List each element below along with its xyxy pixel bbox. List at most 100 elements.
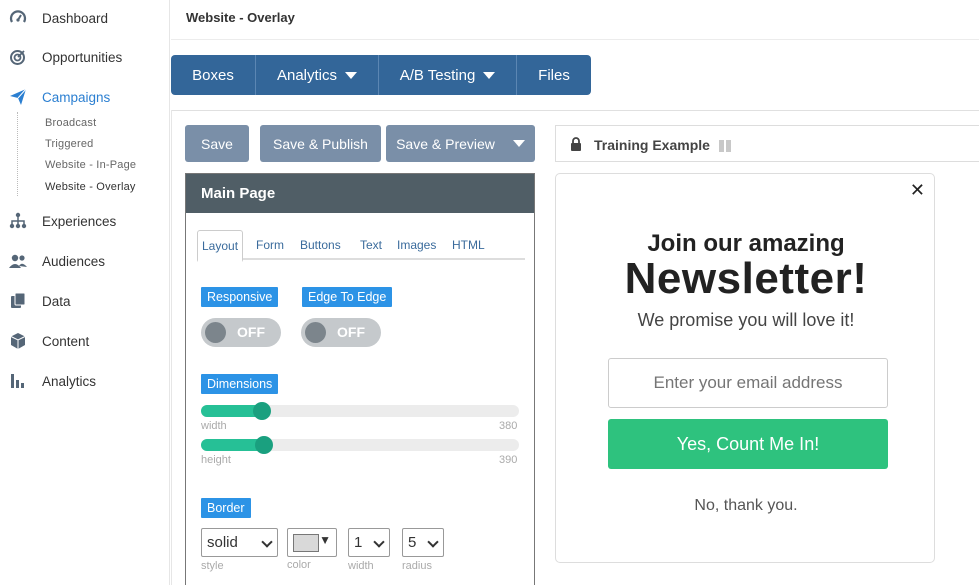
height-slider-value: 390 xyxy=(499,454,518,466)
select-value: 5 xyxy=(408,534,417,551)
save-publish-button[interactable]: Save & Publish xyxy=(260,125,381,162)
sitemap-icon xyxy=(9,212,27,230)
cube-icon xyxy=(9,332,27,350)
editor-tabs: Layout Form Buttons Text Images HTML xyxy=(197,230,525,262)
tab-analytics[interactable]: Analytics xyxy=(256,55,379,95)
paper-plane-icon xyxy=(9,88,27,106)
tab-boxes[interactable]: Boxes xyxy=(171,55,256,95)
width-slider-label: width xyxy=(201,420,227,432)
sidebar-item-campaigns[interactable]: Campaigns xyxy=(0,85,170,109)
editor-tab-images[interactable]: Images xyxy=(397,230,436,260)
tab-label: Analytics xyxy=(276,66,338,84)
editor-tab-form[interactable]: Form xyxy=(256,230,284,260)
email-field[interactable] xyxy=(608,358,888,408)
sidebar-item-analytics[interactable]: Analytics xyxy=(0,369,170,393)
sidebar-item-label: Analytics xyxy=(42,373,97,389)
editor-panel: Main Page Layout Form Buttons Text Image… xyxy=(185,173,535,585)
chevron-down-icon xyxy=(261,536,273,548)
toggle-state: OFF xyxy=(237,324,265,340)
sidebar-item-label: Campaigns xyxy=(42,89,111,105)
width-slider-value: 380 xyxy=(499,420,518,432)
workspace-left-border xyxy=(171,110,172,585)
responsive-label: Responsive xyxy=(201,287,279,307)
height-slider-label: height xyxy=(201,454,231,466)
save-preview-label: Save & Preview xyxy=(396,135,495,152)
sidebar-item-label: Experiences xyxy=(42,213,117,229)
sidebar: Dashboard Opportunities Campaigns Broadc… xyxy=(0,0,170,585)
tab-label: Boxes xyxy=(192,66,234,84)
width-slider[interactable] xyxy=(201,402,519,420)
border-radius-select[interactable]: 5 xyxy=(402,528,444,557)
edge-to-edge-label: Edge To Edge xyxy=(302,287,393,307)
preview-header: Training Example xyxy=(555,125,979,162)
sidebar-item-label: Audiences xyxy=(42,253,106,269)
sidebar-item-opportunities[interactable]: Opportunities xyxy=(0,45,170,69)
sidebar-item-content[interactable]: Content xyxy=(0,329,170,353)
sidebar-item-label: Opportunities xyxy=(42,49,123,65)
border-color-picker[interactable]: ▼ xyxy=(287,528,337,557)
chevron-down-icon xyxy=(373,536,385,548)
edge-to-edge-toggle[interactable]: OFF xyxy=(301,318,381,347)
editor-tab-layout[interactable]: Layout xyxy=(197,230,244,262)
border-width-label: width xyxy=(348,560,374,572)
sidebar-item-label: Content xyxy=(42,333,90,349)
select-value: solid xyxy=(207,534,238,551)
preview-title: Training Example xyxy=(594,137,710,153)
subnav-item-website-in-page[interactable]: Website - In-Page xyxy=(45,159,136,171)
height-slider[interactable] xyxy=(201,436,519,454)
caret-down-icon xyxy=(345,71,358,79)
save-preview-button[interactable]: Save & Preview xyxy=(386,125,535,162)
save-button[interactable]: Save xyxy=(185,125,249,162)
border-radius-label: radius xyxy=(402,560,432,572)
border-label: Border xyxy=(201,498,251,518)
gauge-icon xyxy=(9,9,27,27)
decline-link[interactable]: No, thank you. xyxy=(556,497,936,515)
chevron-down-icon xyxy=(427,536,439,548)
caret-down-icon xyxy=(512,140,525,147)
overlay-popup-preview: ✕ Join our amazing Newsletter! We promis… xyxy=(555,173,935,563)
bar-chart-icon xyxy=(9,372,27,390)
tab-label: Files xyxy=(538,66,570,84)
sidebar-item-data[interactable]: Data xyxy=(0,289,170,313)
dimensions-label: Dimensions xyxy=(201,374,279,394)
tab-label: A/B Testing xyxy=(399,66,476,84)
editor-tab-text[interactable]: Text xyxy=(360,230,382,260)
sidebar-item-dashboard[interactable]: Dashboard xyxy=(0,6,170,30)
editor-tab-html[interactable]: HTML xyxy=(452,230,485,260)
copy-icon xyxy=(9,292,27,310)
subnav-item-broadcast[interactable]: Broadcast xyxy=(45,117,96,129)
toggle-state: OFF xyxy=(337,324,365,340)
editor-title: Main Page xyxy=(186,174,534,213)
main-tabbar: Boxes Analytics A/B Testing Files xyxy=(171,55,591,95)
slider-thumb[interactable] xyxy=(255,436,273,454)
users-icon xyxy=(9,252,27,270)
responsive-toggle[interactable]: OFF xyxy=(201,318,281,347)
close-icon[interactable]: ✕ xyxy=(910,181,925,199)
border-style-select[interactable]: solid xyxy=(201,528,278,557)
sidebar-item-audiences[interactable]: Audiences xyxy=(0,249,170,273)
select-value: 1 xyxy=(354,534,363,551)
page-title: Website - Overlay xyxy=(186,10,295,25)
sidebar-item-label: Data xyxy=(42,293,71,309)
subnav-item-website-overlay[interactable]: Website - Overlay xyxy=(45,181,136,193)
toggle-knob xyxy=(305,322,326,343)
slider-thumb[interactable] xyxy=(253,402,271,420)
popup-subheading: We promise you will love it! xyxy=(637,310,855,330)
sidebar-item-label: Dashboard xyxy=(42,10,109,26)
color-swatch xyxy=(293,533,319,552)
caret-down-icon xyxy=(483,71,496,79)
subnav-item-triggered[interactable]: Triggered xyxy=(45,138,93,150)
editor-tab-buttons[interactable]: Buttons xyxy=(300,230,341,260)
border-color-label: color xyxy=(287,559,311,571)
caret-down-icon: ▼ xyxy=(319,533,331,547)
sidebar-item-experiences[interactable]: Experiences xyxy=(0,209,170,233)
tab-files[interactable]: Files xyxy=(517,55,591,95)
header-divider xyxy=(171,39,979,40)
toggle-knob xyxy=(205,322,226,343)
pause-icon[interactable] xyxy=(719,139,731,157)
target-icon xyxy=(9,48,27,66)
tab-ab-testing[interactable]: A/B Testing xyxy=(379,55,517,95)
subscribe-button[interactable]: Yes, Count Me In! xyxy=(608,419,888,469)
popup-heading-large: Newsletter! xyxy=(624,254,868,303)
border-width-select[interactable]: 1 xyxy=(348,528,390,557)
